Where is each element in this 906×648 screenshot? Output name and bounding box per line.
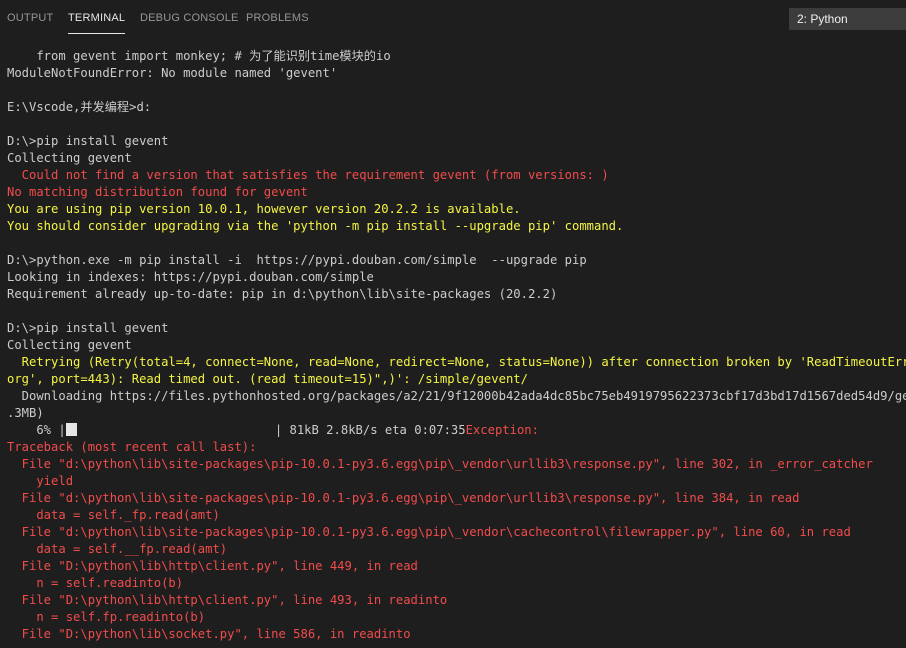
terminal-line: File "D:\python\lib\http\client.py", lin… [7,559,418,573]
terminal-line: Requirement already up-to-date: pip in d… [7,287,558,301]
terminal-line: No matching distribution found for geven… [7,185,308,199]
terminal-line: ModuleNotFoundError: No module named 'ge… [7,66,338,80]
progress-status: | 81kB 2.8kB/s eta 0:07:35 [76,423,466,437]
terminal-output[interactable]: from gevent import monkey; # 为了能识别time模块… [0,38,906,648]
terminal-line: Looking in indexes: https://pypi.douban.… [7,270,374,284]
terminal-line: File "D:\python\lib\socket.py", line 586… [7,627,411,641]
terminal-instance-select[interactable]: 2: Python [789,8,906,30]
panel-tab-bar: OUTPUT TERMINAL DEBUG CONSOLE PROBLEMS 2… [0,0,906,38]
terminal-line: File "d:\python\lib\site-packages\pip-10… [7,491,800,505]
terminal-line: Could not find a version that satisfies … [7,168,609,182]
terminal-line: data = self._fp.read(amt) [7,508,220,522]
terminal-line: 6% | | 81kB 2.8kB/s eta 0:07:35Exception… [7,422,539,439]
terminal-line: .3MB) [7,406,44,420]
terminal-line: Collecting gevent [7,151,132,165]
terminal-line: You should consider upgrading via the 'p… [7,219,624,233]
tab-output[interactable]: OUTPUT [7,12,53,24]
tab-problems[interactable]: PROBLEMS [246,12,309,24]
terminal-line: File "d:\python\lib\site-packages\pip-10… [7,525,851,539]
terminal-line: You are using pip version 10.0.1, howeve… [7,202,521,216]
terminal-line: File "d:\python\lib\site-packages\pip-10… [7,457,873,471]
exception-label: Exception: [465,423,539,437]
terminal-line: n = self.readinto(b) [7,576,184,590]
terminal-line: File "D:\python\lib\http\client.py", lin… [7,593,448,607]
terminal-line: Traceback (most recent call last): [7,440,257,454]
terminal-line: yield [7,474,74,488]
progress-percent: 6% | [7,423,66,437]
terminal-line: from gevent import monkey; # 为了能识别time模块… [7,49,391,63]
terminal-line: Collecting gevent [7,338,132,352]
terminal-line: D:\>python.exe -m pip install -i https:/… [7,253,587,267]
terminal-line: E:\Vscode,并发编程>d: [7,100,152,114]
terminal-line: n = self.fp.readinto(b) [7,610,206,624]
terminal-line: D:\>pip install gevent [7,321,169,335]
terminal-line: Retrying (Retry(total=4, connect=None, r… [7,355,906,369]
terminal-line: Downloading https://files.pythonhosted.o… [7,389,906,403]
tab-debug-console[interactable]: DEBUG CONSOLE [140,12,239,24]
progress-bar-fill [65,423,77,436]
tab-terminal[interactable]: TERMINAL [68,12,126,34]
terminal-line: D:\>pip install gevent [7,134,169,148]
terminal-line: org', port=443): Read timed out. (read t… [7,372,528,386]
terminal-line: data = self.__fp.read(amt) [7,542,228,556]
